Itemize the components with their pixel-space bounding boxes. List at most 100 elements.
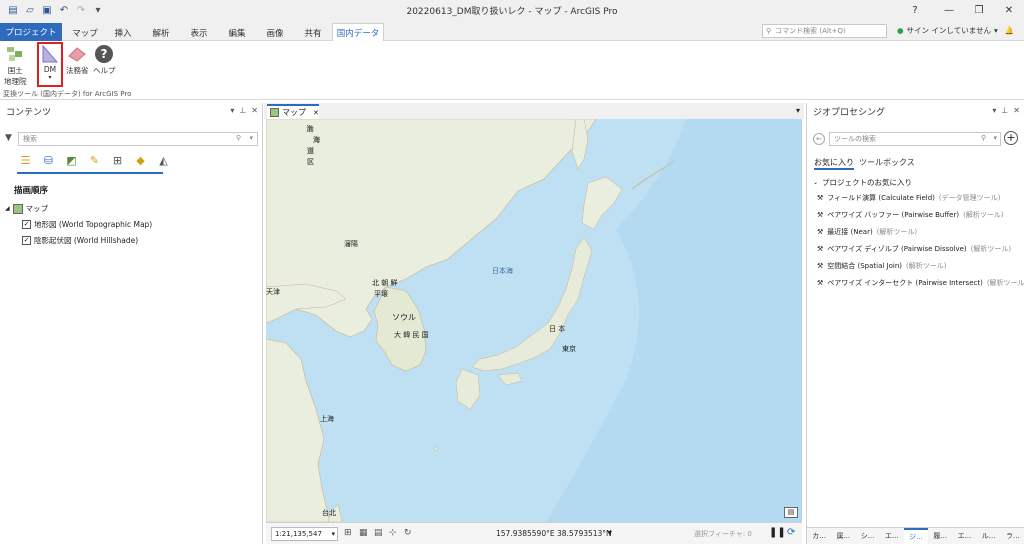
map-graphic <box>266 119 802 522</box>
grid-icon[interactable]: ▦ <box>359 528 368 538</box>
dock-tab-catalog[interactable]: カ... <box>807 528 831 544</box>
tool-item[interactable]: ⚒ フィールド演算 (Calculate Field) (データ管理ツール) <box>817 193 1000 203</box>
view-underline <box>17 172 163 174</box>
scale-selector[interactable]: 1:21,135,547 ▾ <box>271 527 338 541</box>
help-button[interactable]: ? <box>900 0 930 21</box>
layer-checkbox[interactable]: ✓ <box>22 236 31 245</box>
selected-features-count: 選択フィーチャ: 0 <box>694 530 752 538</box>
contents-search-input[interactable]: 検索 ⚲ ▾ <box>18 132 258 146</box>
tool-item[interactable]: ⚒ ペアワイズ ディゾルブ (Pairwise Dissolve) (解析ツール… <box>817 244 1011 254</box>
refresh-icon[interactable]: ⟳ <box>787 527 795 538</box>
tool-search-placeholder: ツールの検索 <box>834 135 876 143</box>
chevron-down-icon[interactable]: ▾ <box>796 106 800 115</box>
restore-button[interactable]: ❐ <box>964 0 994 21</box>
back-icon[interactable]: ← <box>813 133 825 145</box>
close-icon[interactable]: ✕ <box>1013 106 1020 115</box>
draw-order-heading: 描画順序 <box>14 186 49 196</box>
overview-toggle-icon[interactable]: ▤ <box>784 507 798 518</box>
panel-menu-icon[interactable]: ▾ <box>230 106 234 115</box>
sign-in-status[interactable]: ● サイン インしていません ▾ 🔔 <box>897 25 1014 36</box>
add-icon[interactable]: + <box>1004 131 1018 145</box>
close-button[interactable]: ✕ <box>994 0 1024 21</box>
minimize-button[interactable]: — <box>934 0 964 21</box>
pin-icon[interactable]: ⊥ <box>1001 106 1008 115</box>
dock-tab-raster[interactable]: ラ... <box>1001 528 1024 544</box>
list-by-editing-icon[interactable]: ✎ <box>86 152 103 169</box>
redo-icon[interactable]: ↷ <box>74 4 88 18</box>
save-icon[interactable]: ▣ <box>40 4 54 18</box>
layer-checkbox[interactable]: ✓ <box>22 220 31 229</box>
map-label-tianjin: 天津 <box>266 288 280 296</box>
dock-tab-attributes[interactable]: 属... <box>831 528 855 544</box>
table-icon[interactable]: ▤ <box>374 528 383 538</box>
command-search-input[interactable]: ⚲ コマンド検索 (Alt+Q) <box>762 24 887 38</box>
fixed-zoom-icon[interactable]: ⊞ <box>344 528 352 538</box>
map-canvas[interactable]: 渤 海 道 区 瀋陽 天津 北 朝 鮮 平壌 ソウル 大 韓 民 国 日本海 日… <box>266 119 802 522</box>
dock-tab-history[interactable]: 履... <box>928 528 952 544</box>
chevron-down-icon: ⌄ <box>813 179 819 186</box>
chevron-down-icon[interactable]: ▾ <box>608 528 612 537</box>
rotate-icon[interactable]: ↻ <box>404 528 412 538</box>
customize-icon[interactable]: ▾ <box>91 4 105 18</box>
tab-analysis[interactable]: 解析 <box>144 24 178 41</box>
tab-share[interactable]: 共有 <box>296 24 330 41</box>
moj-button[interactable]: 法務省 <box>66 43 89 76</box>
tab-map[interactable]: マップ <box>68 24 102 41</box>
title-bar: ▤ ▱ ▣ ↶ ↷ ▾ 20220613_DM取り扱いレク - マップ - Ar… <box>0 0 1024 21</box>
map-view-tab[interactable]: マップ ✕ <box>267 104 319 119</box>
notification-icon[interactable]: 🔔 <box>1005 26 1014 35</box>
dock-tab-export[interactable]: エ... <box>880 528 904 544</box>
filter-icon[interactable]: ▼ <box>5 133 12 143</box>
map-label-shenyang: 瀋陽 <box>344 240 358 248</box>
tab-favorites[interactable]: お気に入り <box>814 157 854 170</box>
tab-domestic-data[interactable]: 国内データ <box>332 23 384 41</box>
close-icon[interactable]: ✕ <box>313 109 319 117</box>
dock-tab-symbology[interactable]: シ... <box>855 528 879 544</box>
map-label-sea-of-japan: 日本海 <box>492 267 513 275</box>
map-label-region-3: 道 <box>307 147 314 155</box>
pause-icon[interactable]: ❚❚ <box>769 527 786 538</box>
dock-tab-element[interactable]: エ... <box>952 528 976 544</box>
favorites-section-label: プロジェクトのお気に入り <box>822 178 913 187</box>
open-project-icon[interactable]: ▱ <box>23 4 37 18</box>
pin-icon[interactable]: ⊥ <box>239 106 246 115</box>
tool-name: ペアワイズ ディゾルブ (Pairwise Dissolve) <box>827 245 967 253</box>
gsi-button[interactable]: 国土 地理院 <box>4 43 27 87</box>
list-by-perspective-icon[interactable]: ◭ <box>155 152 172 169</box>
tool-item[interactable]: ⚒ 最近接 (Near) (解析ツール) <box>817 227 917 237</box>
dock-tab-rules[interactable]: ル... <box>977 528 1001 544</box>
panel-menu-icon[interactable]: ▾ <box>992 106 996 115</box>
help-label: ヘルプ <box>93 66 116 75</box>
list-by-selection-icon[interactable]: ◩ <box>63 152 80 169</box>
list-by-data-source-icon[interactable]: ⛁ <box>40 152 57 169</box>
tool-item[interactable]: ⚒ 空間結合 (Spatial Join) (解析ツール) <box>817 261 947 271</box>
tool-item[interactable]: ⚒ ペアワイズ インターセクト (Pairwise Intersect) (解析… <box>817 278 1024 288</box>
close-icon[interactable]: ✕ <box>251 106 258 115</box>
dm-highlight-box <box>37 42 63 87</box>
map-tab-label: マップ <box>282 108 306 117</box>
tab-imagery[interactable]: 画像 <box>258 24 292 41</box>
list-by-snapping-icon[interactable]: ⊞ <box>109 152 126 169</box>
tool-name: ペアワイズ バッファー (Pairwise Buffer) <box>827 211 960 219</box>
list-by-labeling-icon[interactable]: ◆ <box>132 152 149 169</box>
tab-view[interactable]: 表示 <box>182 24 216 41</box>
collapse-icon[interactable]: ◢ <box>5 205 10 212</box>
undo-icon[interactable]: ↶ <box>57 4 71 18</box>
dock-tab-geoprocessing[interactable]: ジ... <box>903 528 929 544</box>
search-icon: ⚲ <box>980 134 986 142</box>
tab-insert[interactable]: 挿入 <box>106 24 140 41</box>
help-ribbon-button[interactable]: ? ヘルプ <box>93 43 116 76</box>
list-by-drawing-order-icon[interactable]: ☰ <box>17 152 34 169</box>
snapping-icon[interactable]: ⊹ <box>389 528 397 538</box>
favorites-section[interactable]: ⌄ プロジェクトのお気に入り <box>813 177 912 188</box>
layer-row-hillshade[interactable]: ✓ 陰影起伏図 (World Hillshade) <box>22 235 138 246</box>
tool-item[interactable]: ⚒ ペアワイズ バッファー (Pairwise Buffer) (解析ツール) <box>817 210 1004 220</box>
layer-row-topographic[interactable]: ✓ 地形図 (World Topographic Map) <box>22 219 152 230</box>
new-project-icon[interactable]: ▤ <box>6 4 20 18</box>
map-node[interactable]: ◢ マップ <box>5 203 48 214</box>
tab-toolboxes[interactable]: ツールボックス <box>859 157 915 168</box>
tab-edit[interactable]: 編集 <box>220 24 254 41</box>
tab-project[interactable]: プロジェクト <box>0 23 62 41</box>
tool-search-input[interactable]: ツールの検索 ⚲ ▾ <box>829 132 1001 146</box>
layer-label: 陰影起伏図 (World Hillshade) <box>34 236 139 245</box>
